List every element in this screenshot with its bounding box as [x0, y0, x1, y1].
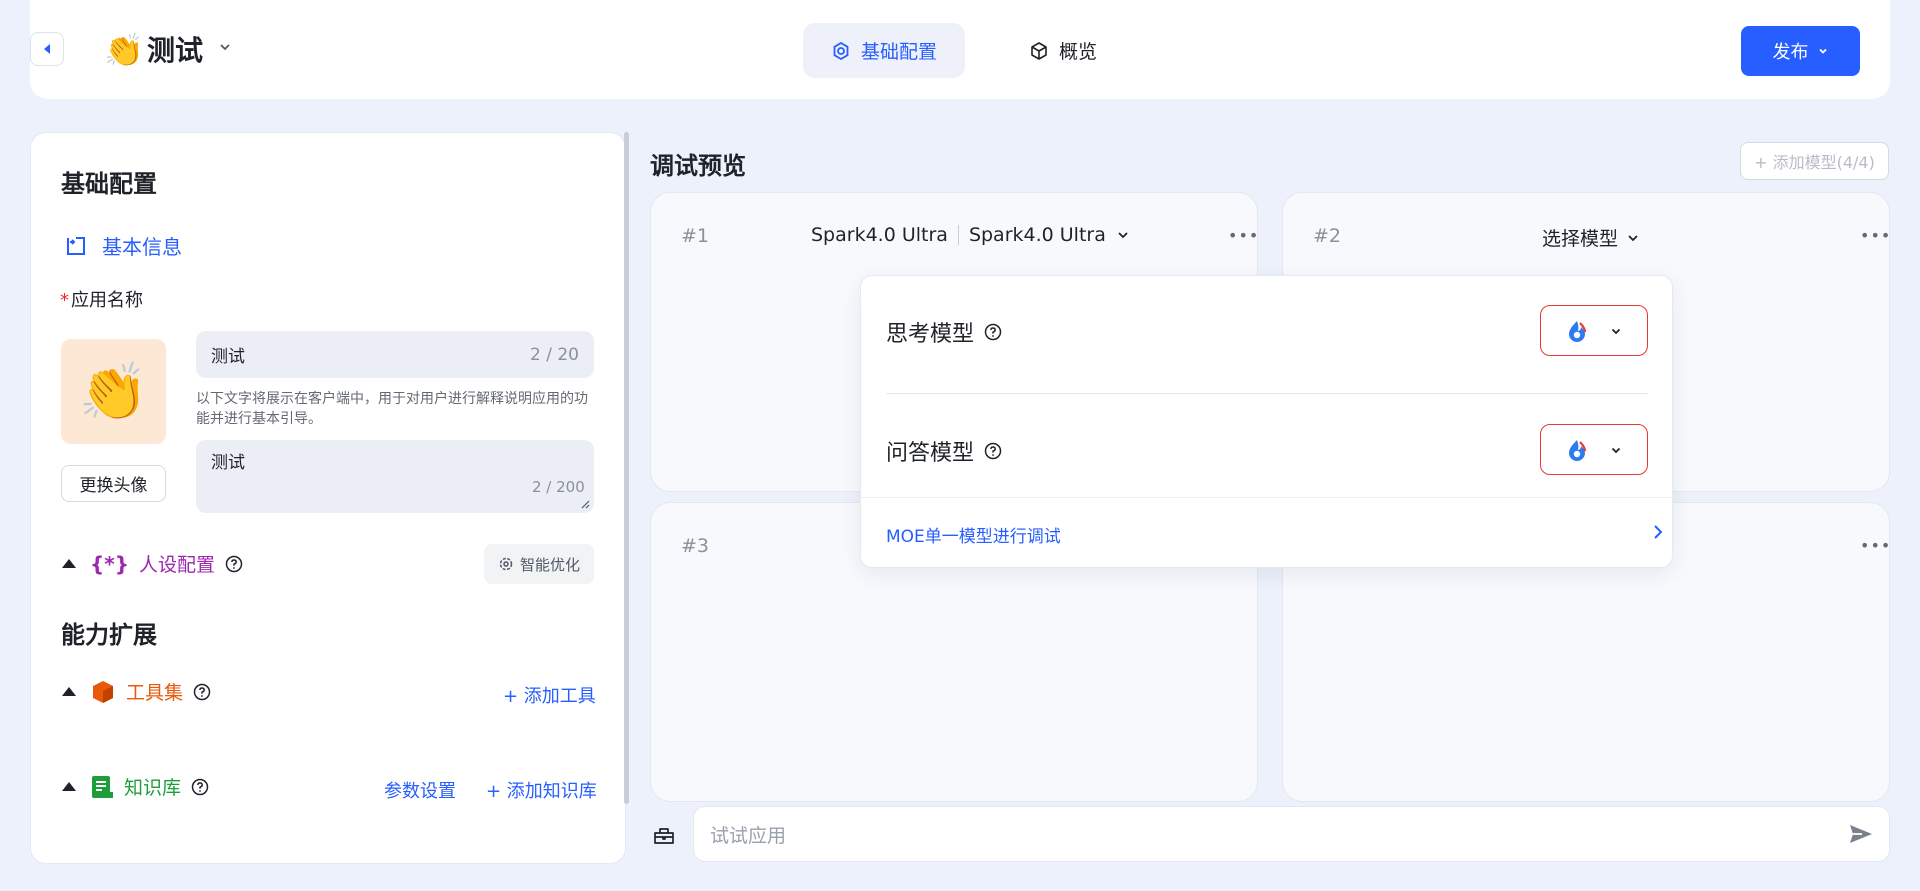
popover-divider	[886, 393, 1648, 394]
chevron-down-icon	[1118, 232, 1128, 239]
basic-info-label: 基本信息	[102, 235, 182, 259]
tab-overview[interactable]: 概览	[1013, 23, 1113, 78]
think-model-label: 思考模型	[886, 322, 975, 347]
section-title-basic: 基础配置	[61, 170, 157, 198]
card-number: #3	[681, 535, 710, 557]
tab-label: 概览	[1058, 41, 1097, 63]
chat-input[interactable]: 试试应用	[693, 806, 1890, 862]
param-settings-link[interactable]: 参数设置	[384, 777, 456, 803]
panel-scrollbar[interactable]	[624, 132, 629, 804]
divider	[957, 225, 959, 245]
knowledge-base-row[interactable]: 知识库	[62, 773, 209, 800]
add-model-button[interactable]: + 添加模型(4/4)	[1740, 142, 1889, 180]
chevron-down-icon	[1611, 447, 1621, 453]
qa-model-row: 问答模型	[886, 435, 1002, 467]
help-icon[interactable]	[984, 442, 1002, 460]
chevron-down-icon	[1818, 48, 1827, 54]
basic-info-header[interactable]: 基本信息	[64, 231, 182, 260]
description-hint: 以下文字将展示在客户端中，用于对用户进行解释说明应用的功能并进行基本引导。	[196, 391, 588, 427]
help-icon[interactable]	[191, 778, 209, 796]
smart-optimize-button[interactable]: 智能优化	[484, 544, 594, 584]
card-number: #1	[681, 225, 710, 247]
app-name-count: 2 / 20	[530, 344, 579, 365]
persona-label: 人设配置	[138, 554, 215, 576]
description-textarea[interactable]: 测试	[196, 440, 594, 513]
tab-label: 基础配置	[860, 41, 937, 63]
publish-button[interactable]: 发布	[1741, 26, 1860, 76]
chevron-down-icon	[1628, 234, 1638, 241]
more-icon[interactable]: •••	[1860, 226, 1891, 245]
select-model-label: 选择模型	[1542, 228, 1619, 250]
add-knowledge-base-button[interactable]: + 添加知识库	[486, 777, 597, 803]
chevron-down-icon[interactable]	[218, 40, 232, 54]
app-name-value: 测试	[211, 347, 245, 367]
back-arrow-icon	[44, 44, 50, 54]
required-mark: *	[60, 290, 69, 311]
app-name-label: * 应用名称	[60, 290, 143, 311]
spark-logo-icon	[1569, 439, 1587, 461]
card-number: #2	[1313, 225, 1342, 247]
chevron-down-icon	[1611, 328, 1621, 334]
publish-label: 发布	[1772, 42, 1809, 63]
optimize-label: 智能优化	[519, 555, 580, 574]
chat-placeholder: 试试应用	[710, 824, 787, 847]
toolbox-icon[interactable]	[652, 823, 676, 847]
change-avatar-button[interactable]: 更换头像	[61, 465, 166, 502]
persona-config-row[interactable]: {*} 人设配置	[62, 550, 243, 577]
app-icon: 👏	[104, 31, 144, 69]
toolset-label: 工具集	[126, 682, 184, 704]
avatar[interactable]: 👏	[61, 339, 166, 444]
resize-handle-icon[interactable]	[580, 499, 590, 509]
persona-icon: {*}	[90, 551, 129, 576]
qa-model-label: 问答模型	[886, 441, 975, 466]
model-selector-1[interactable]: Spark4.0 Ultra Spark4.0 Ultra	[811, 224, 1130, 246]
think-model-select[interactable]	[1540, 305, 1648, 356]
collapse-caret-icon	[62, 687, 76, 696]
collapse-caret-icon	[62, 782, 76, 791]
section-title-ability: 能力扩展	[61, 621, 157, 649]
toolbox-icon	[93, 680, 113, 703]
model-name: Spark4.0 Ultra	[968, 224, 1106, 246]
model-name: Spark4.0 Ultra	[811, 224, 948, 246]
more-icon[interactable]: •••	[1860, 536, 1891, 555]
app-title[interactable]: 测试	[147, 31, 203, 71]
moe-single-model-link[interactable]: MOE单一模型进行调试	[886, 522, 1061, 547]
help-icon[interactable]	[225, 555, 243, 573]
think-model-row: 思考模型	[886, 316, 1002, 348]
app-name-input[interactable]: 测试 2 / 20	[196, 331, 594, 378]
toolset-row[interactable]: 工具集	[62, 678, 211, 705]
spark-logo-icon	[1569, 320, 1587, 342]
debug-preview-title: 调试预览	[650, 152, 746, 180]
description-count: 2 / 200	[532, 478, 585, 496]
back-button[interactable]	[30, 32, 64, 66]
more-icon[interactable]: •••	[1228, 226, 1259, 245]
collapse-caret-icon	[62, 559, 76, 568]
popover-divider	[860, 497, 1673, 498]
gear-icon	[499, 557, 513, 571]
qa-model-select[interactable]	[1540, 424, 1648, 475]
gear-icon	[833, 41, 849, 60]
collapse-icon	[67, 236, 85, 255]
add-tool-button[interactable]: + 添加工具	[503, 682, 596, 708]
chevron-right-icon[interactable]	[1652, 524, 1664, 540]
tab-basic-config[interactable]: 基础配置	[803, 23, 965, 78]
description-value: 测试	[211, 453, 245, 473]
help-icon[interactable]	[193, 683, 211, 701]
knowledge-base-label: 知识库	[124, 777, 182, 799]
book-icon	[92, 775, 113, 798]
send-icon[interactable]	[1848, 822, 1874, 846]
model-selector-2[interactable]: 选择模型	[1542, 224, 1640, 251]
help-icon[interactable]	[984, 323, 1002, 341]
cube-icon	[1031, 41, 1047, 60]
